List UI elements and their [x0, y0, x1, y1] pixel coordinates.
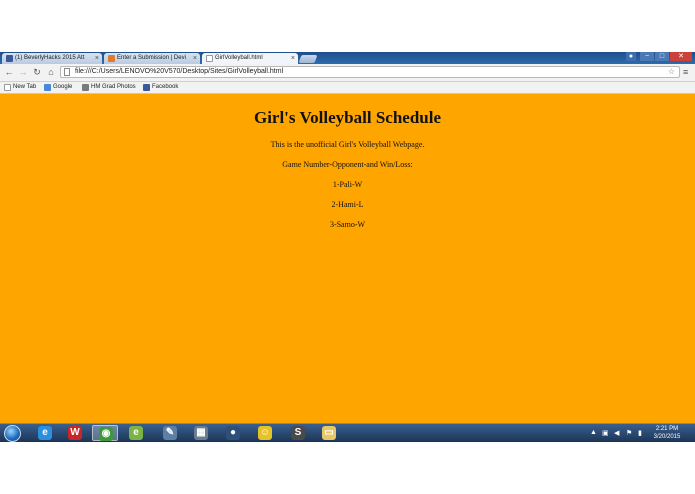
- show-hidden-icons[interactable]: ▲: [590, 429, 597, 436]
- bookmark-hm-grad-photos[interactable]: HM Grad Photos: [82, 82, 136, 93]
- tab-label: GirlVolleyball.html: [215, 55, 263, 61]
- bookmark-star-icon[interactable]: ☆: [668, 67, 675, 77]
- home-icon[interactable]: ⌂: [45, 67, 57, 78]
- taskbar-button-globe-tool[interactable]: ✎: [157, 425, 183, 441]
- bookmark-label: Facebook: [152, 84, 179, 90]
- close-icon[interactable]: ×: [291, 53, 295, 64]
- bookmark-label: Google: [53, 84, 73, 90]
- game-result: 2-Hami-L: [331, 200, 364, 209]
- taskbar: e W ◉ e ✎ ▦ ● ☺ S ▭ ▲ ▣ ◀ ⚑ ▮ 2:21 PM 3/20/2015: [0, 423, 695, 442]
- taskbar-button-ie[interactable]: e: [32, 425, 58, 441]
- taskbar-button-smiley[interactable]: ☺: [252, 425, 278, 441]
- film-icon: ▦: [194, 426, 208, 440]
- tab-beverlyhacks[interactable]: (1) BeverlyHacks 2015 Att ×: [2, 53, 102, 64]
- clock-date: 3/20/2015: [653, 434, 681, 440]
- new-tab-button[interactable]: [298, 55, 318, 63]
- signal-icon[interactable]: ▮: [638, 429, 642, 437]
- forward-arrow-icon[interactable]: →: [17, 67, 29, 78]
- page-title: Girl's Volleyball Schedule: [253, 108, 442, 127]
- bookmark-google[interactable]: Google: [44, 82, 72, 93]
- folder-icon: ▭: [322, 426, 336, 440]
- back-arrow-icon[interactable]: ←: [3, 67, 15, 78]
- address-bar[interactable]: file:///C:/Users/LENOVO%20V570/Desktop/S…: [60, 66, 680, 78]
- ie-green-icon: e: [129, 426, 143, 440]
- start-button[interactable]: [4, 425, 21, 442]
- network-icon[interactable]: ▣: [602, 429, 609, 437]
- flag-icon[interactable]: ⚑: [626, 429, 632, 437]
- maximize-button[interactable]: □: [655, 52, 669, 61]
- taskbar-button-app-red[interactable]: W: [62, 425, 88, 441]
- bookmark-facebook[interactable]: Facebook: [143, 82, 178, 93]
- taskbar-button-ie-green[interactable]: e: [123, 425, 149, 441]
- clock-time: 2:21 PM: [655, 426, 679, 432]
- tab-label: (1) BeverlyHacks 2015 Att: [15, 55, 85, 61]
- user-icon[interactable]: ●: [626, 52, 636, 61]
- taskbar-button-chrome[interactable]: ◉: [92, 425, 118, 441]
- game-result: 3-Samo-W: [329, 220, 366, 229]
- tab-girlvolleyball[interactable]: GirlVolleyball.html ×: [202, 53, 298, 64]
- page-icon: [4, 84, 11, 91]
- google-icon: [44, 84, 51, 91]
- taskbar-button-media-disc[interactable]: ●: [220, 425, 246, 441]
- tab-label: Enter a Submission | Devi: [117, 55, 186, 61]
- tab-submission[interactable]: Enter a Submission | Devi ×: [104, 53, 200, 64]
- facebook-icon: [6, 55, 13, 62]
- chrome-icon: ◉: [99, 427, 113, 441]
- page-content: Girl's Volleyball Schedule This is the u…: [0, 94, 695, 423]
- sublime-icon: S: [291, 426, 305, 440]
- reload-icon[interactable]: ↻: [31, 67, 43, 78]
- taskbar-button-folder[interactable]: ▭: [316, 425, 342, 441]
- taskbar-button-film[interactable]: ▦: [188, 425, 214, 441]
- camera-icon: [82, 84, 89, 91]
- bookmark-new-tab[interactable]: New Tab: [4, 82, 36, 93]
- browser-toolbar: ← → ↻ ⌂ file:///C:/Users/LENOVO%20V570/D…: [0, 64, 695, 82]
- devpost-icon: [108, 55, 115, 62]
- globe-tool-icon: ✎: [163, 426, 177, 440]
- minimize-button[interactable]: −: [640, 52, 654, 61]
- close-icon[interactable]: ×: [193, 53, 197, 64]
- bookmark-label: New Tab: [13, 84, 37, 90]
- close-icon[interactable]: ×: [95, 53, 99, 64]
- intro-text: This is the unofficial Girl's Volleyball…: [270, 140, 425, 149]
- smiley-icon: ☺: [258, 426, 272, 440]
- close-window-button[interactable]: ✕: [670, 52, 692, 61]
- volume-icon[interactable]: ◀: [614, 429, 619, 437]
- schedule-legend: Game Number-Opponent-and Win/Loss:: [282, 160, 413, 169]
- bookmark-label: HM Grad Photos: [91, 84, 136, 90]
- page-icon: [64, 68, 70, 76]
- tab-strip: (1) BeverlyHacks 2015 Att × Enter a Subm…: [0, 52, 695, 64]
- page-icon: [206, 55, 213, 62]
- facebook-icon: [143, 84, 150, 91]
- address-text: file:///C:/Users/LENOVO%20V570/Desktop/S…: [75, 68, 284, 75]
- game-result: 1-Pali-W: [332, 180, 363, 189]
- browser-window: (1) BeverlyHacks 2015 Att × Enter a Subm…: [0, 52, 695, 442]
- app-red-icon: W: [68, 426, 82, 440]
- media-disc-icon: ●: [226, 426, 240, 440]
- taskbar-button-sublime[interactable]: S: [285, 425, 311, 441]
- ie-icon: e: [38, 426, 52, 440]
- bookmarks-bar: New Tab Google HM Grad Photos Facebook: [0, 82, 695, 94]
- clock[interactable]: 2:21 PM 3/20/2015: [645, 425, 689, 441]
- menu-icon[interactable]: ≡: [683, 67, 688, 78]
